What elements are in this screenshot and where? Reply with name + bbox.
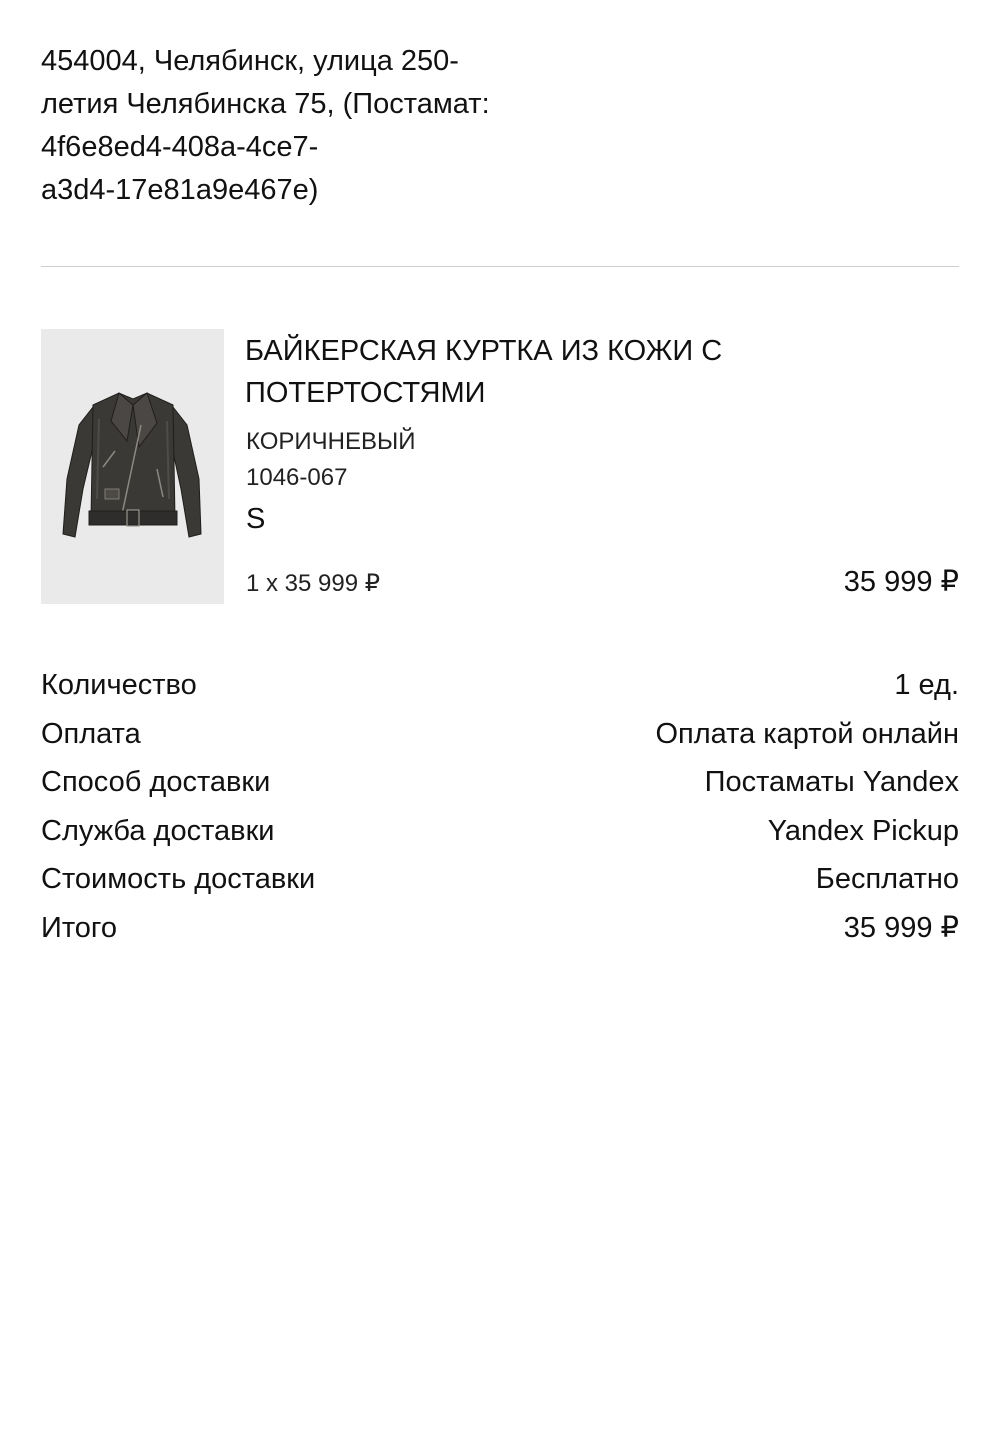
product-code: 1046-067: [246, 464, 348, 491]
product-name-line: БАЙКЕРСКАЯ КУРТКА ИЗ КОЖИ С: [245, 335, 723, 367]
address-line: 4f6e8ed4-408a-4ce7-: [41, 131, 319, 163]
address-line: 454004, Челябинск, улица 250-: [41, 45, 459, 77]
product-image[interactable]: [41, 329, 224, 604]
summary-value: Yandex Pickup: [767, 814, 959, 847]
summary-value: Оплата картой онлайн: [655, 717, 959, 750]
product-quantity-price: 1 x 35 999 ₽: [246, 570, 381, 597]
summary-value: 1 ед.: [894, 669, 959, 701]
section-divider: [41, 266, 959, 267]
address-line: a3d4-17e81a9e467e): [41, 174, 319, 206]
summary-row-total: Итого 35 999 ₽: [41, 907, 959, 956]
product-color: КОРИЧНЕВЫЙ: [246, 428, 416, 455]
summary-row-payment: Оплата Оплата картой онлайн: [41, 713, 959, 762]
address-line: летия Челябинска 75, (Постамат:: [41, 88, 490, 120]
summary-label: Количество: [41, 669, 197, 701]
delivery-address: 454004, Челябинск, улица 250- летия Челя…: [41, 40, 541, 212]
product-name[interactable]: БАЙКЕРСКАЯ КУРТКА ИЗ КОЖИ С ПОТЕРТОСТЯМИ: [245, 330, 805, 414]
leather-jacket-icon: [62, 392, 202, 538]
summary-row-delivery-method: Способ доставки Постаматы Yandex: [41, 761, 959, 810]
summary-row-delivery-cost: Стоимость доставки Бесплатно: [41, 858, 959, 907]
product-total-price: 35 999 ₽: [843, 566, 959, 598]
summary-value: Бесплатно: [815, 863, 959, 895]
summary-label: Стоимость доставки: [41, 863, 316, 895]
summary-value: Постаматы Yandex: [704, 766, 959, 798]
summary-value: 35 999 ₽: [843, 911, 959, 944]
summary-row-delivery-service: Служба доставки Yandex Pickup: [41, 810, 959, 859]
summary-row-quantity: Количество 1 ед.: [41, 664, 959, 713]
product-size: S: [246, 503, 266, 535]
summary-label: Оплата: [41, 717, 141, 750]
summary-label: Итого: [41, 911, 117, 944]
order-summary: Количество 1 ед. Оплата Оплата картой он…: [41, 664, 959, 955]
summary-label: Способ доставки: [41, 766, 271, 798]
summary-label: Служба доставки: [41, 814, 275, 847]
product-name-line: ПОТЕРТОСТЯМИ: [245, 377, 486, 409]
